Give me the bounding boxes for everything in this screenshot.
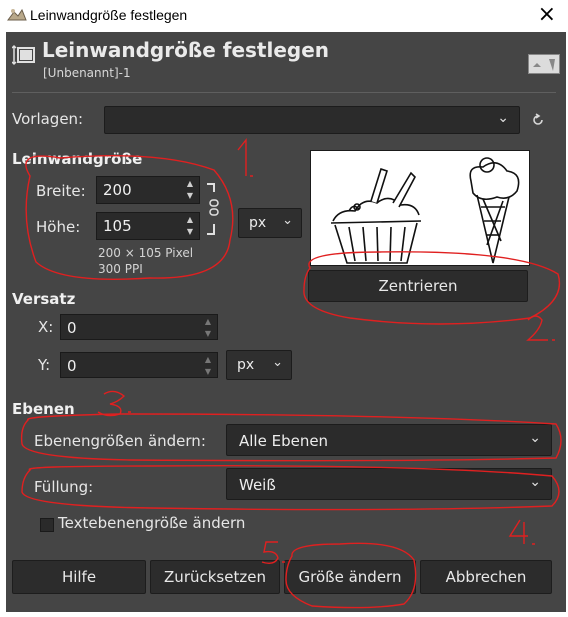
resize-text-layers-label[interactable]: Textebenengröße ändern <box>58 514 245 532</box>
width-value: 200 <box>103 181 132 199</box>
size-info: 200 × 105 Pixel <box>98 246 194 260</box>
offset-unit-value: px <box>237 357 255 373</box>
fill-combo[interactable]: Weiß ⌄ <box>226 468 552 500</box>
offset-y-stepper-arrows[interactable]: ▲ ▼ <box>201 355 215 377</box>
resize-text-layers-checkbox[interactable] <box>40 518 54 532</box>
offset-x-label: X: <box>38 318 54 336</box>
chevron-down-icon: ⌄ <box>497 110 509 126</box>
chevron-down-icon: ⌄ <box>529 474 541 490</box>
close-icon[interactable]: × <box>538 2 556 27</box>
gimp-app-icon <box>7 8 27 21</box>
presets-label: Vorlagen: <box>12 110 84 128</box>
resize-layers-label: Ebenengrößen ändern: <box>34 432 206 450</box>
width-spinner[interactable]: 200 ▲ ▼ <box>96 176 200 204</box>
height-stepper-arrows[interactable]: ▲ ▼ <box>183 215 197 237</box>
presets-combo[interactable]: ⌄ <box>104 106 520 134</box>
offset-y-spinner[interactable]: 0 ▲ ▼ <box>60 352 218 378</box>
size-unit-value: px <box>249 215 267 231</box>
dialog-title: Leinwandgröße festlegen <box>42 38 330 62</box>
reset-presets-icon[interactable] <box>530 112 546 128</box>
canvas-size-icon <box>12 44 35 66</box>
height-value: 105 <box>103 217 132 235</box>
reset-button[interactable]: Zurücksetzen <box>150 560 280 594</box>
header-separator <box>12 92 556 93</box>
width-label: Breite: <box>36 182 86 200</box>
chevron-down-icon: ⌄ <box>272 355 283 370</box>
image-name: [Unbenannt]-1 <box>43 66 131 80</box>
fill-value: Weiß <box>239 476 276 494</box>
help-button[interactable]: Hilfe <box>12 560 146 594</box>
offset-y-label: Y: <box>38 356 51 374</box>
ice-cream-cup-drawing <box>330 167 422 264</box>
center-button[interactable]: Zentrieren <box>308 270 528 302</box>
offset-x-value: 0 <box>67 319 77 337</box>
width-stepper-arrows[interactable]: ▲ ▼ <box>183 179 197 201</box>
height-spinner[interactable]: 105 ▲ ▼ <box>96 212 200 240</box>
offset-y-value: 0 <box>67 357 77 375</box>
offset-heading: Versatz <box>12 290 76 308</box>
chevron-down-icon: ⌄ <box>282 213 293 228</box>
layers-heading: Ebenen <box>12 400 75 418</box>
ice-cream-cone-drawing <box>469 157 520 264</box>
dialog-body: Leinwandgröße festlegen [Unbenannt]-1 Vo… <box>6 32 566 612</box>
offset-x-stepper-arrows[interactable]: ▲ ▼ <box>201 317 215 339</box>
offset-x-spinner[interactable]: 0 ▲ ▼ <box>60 314 218 340</box>
fill-label: Füllung: <box>34 478 94 496</box>
chevron-down-icon: ⌄ <box>529 430 541 446</box>
chain-link-icon[interactable] <box>204 180 220 240</box>
canvas-size-heading: Leinwandgröße <box>12 150 143 168</box>
resolution-info: 300 PPI <box>98 262 143 276</box>
dialog-window: Leinwandgröße festlegen × Leinwandgröße … <box>0 0 568 617</box>
resize-layers-value: Alle Ebenen <box>239 432 329 450</box>
size-unit-select[interactable]: px ⌄ <box>238 208 302 238</box>
image-thumbnail <box>528 54 560 74</box>
height-label: Höhe: <box>36 218 81 236</box>
window-title: Leinwandgröße festlegen <box>30 7 188 23</box>
canvas-preview[interactable] <box>310 150 530 266</box>
offset-unit-select[interactable]: px ⌄ <box>226 350 292 380</box>
resize-button[interactable]: Größe ändern <box>284 560 416 594</box>
cancel-button[interactable]: Abbrechen <box>420 560 552 594</box>
window-titlebar: Leinwandgröße festlegen × <box>0 0 568 32</box>
resize-layers-combo[interactable]: Alle Ebenen ⌄ <box>226 424 552 456</box>
